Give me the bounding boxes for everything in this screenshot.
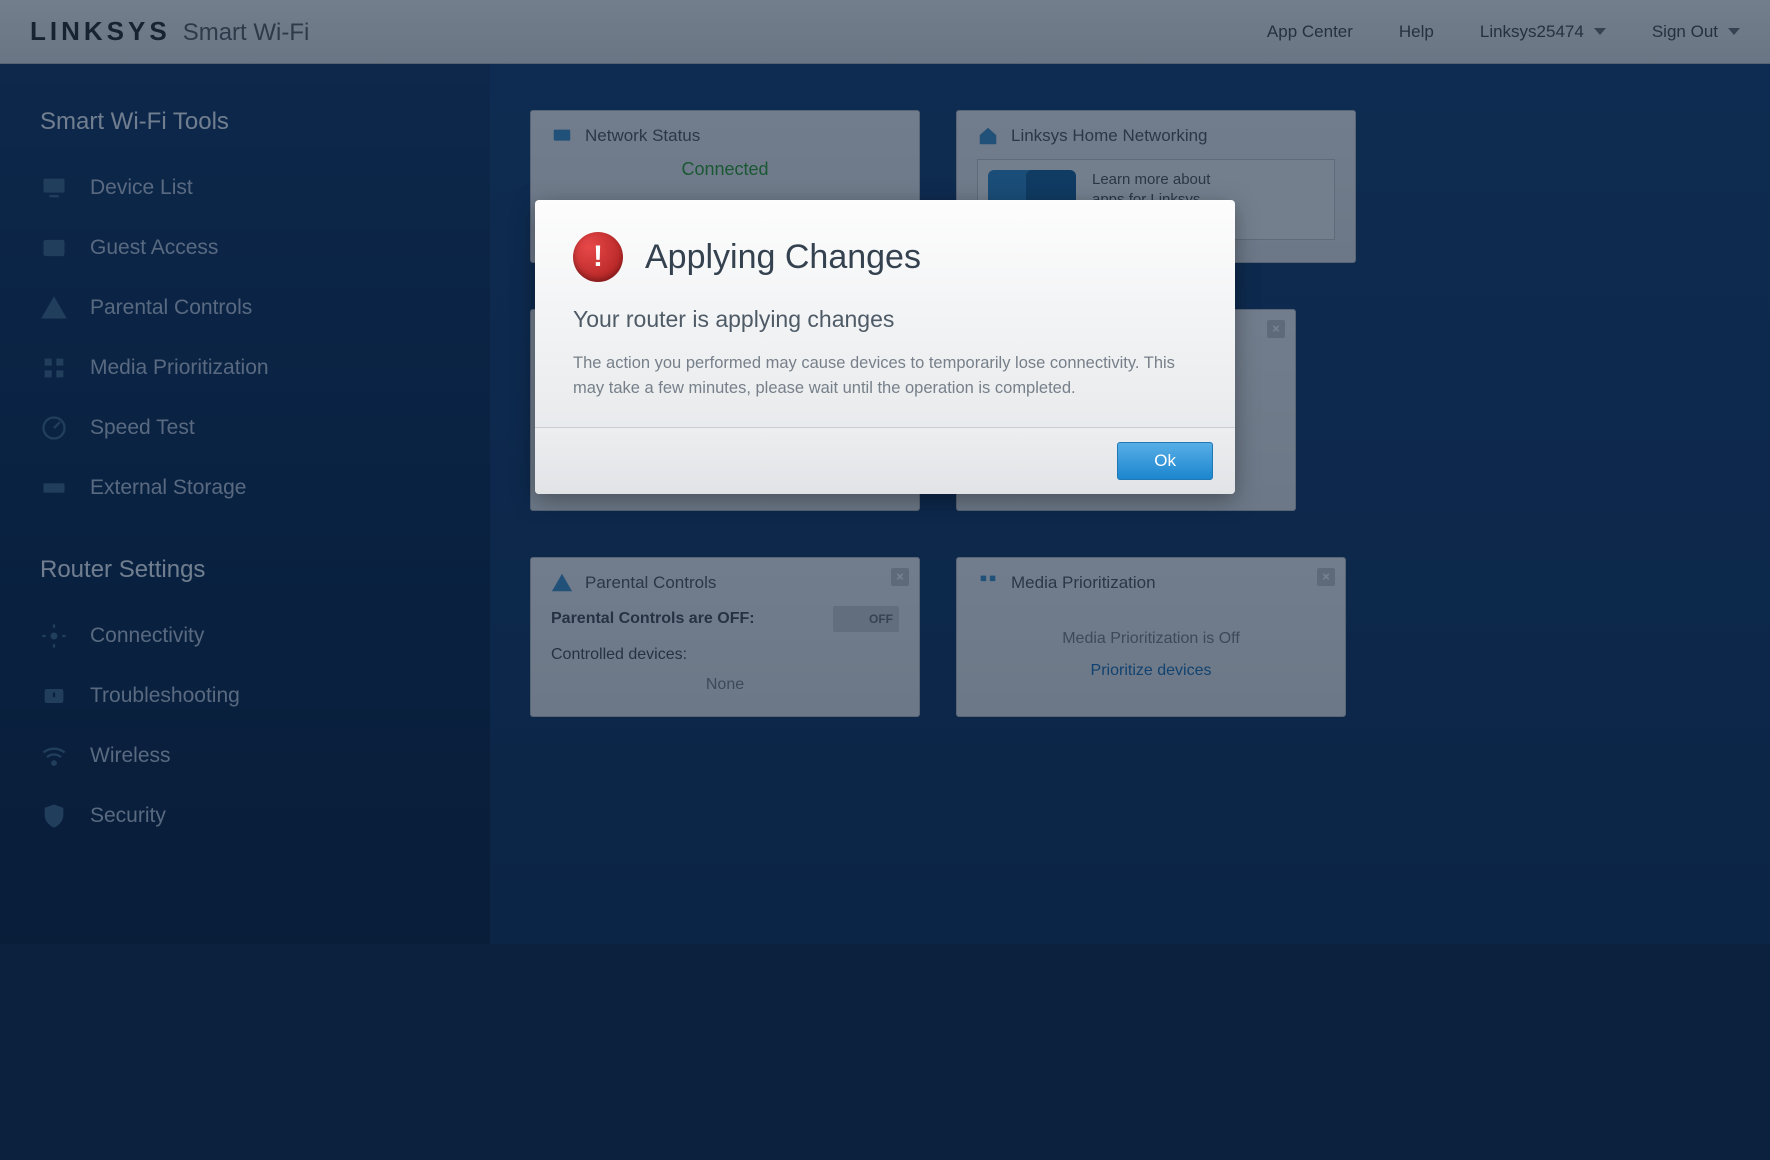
dialog-title: Applying Changes (645, 238, 921, 277)
dialog-body-text: The action you performed may cause devic… (573, 351, 1197, 401)
ok-button-label: Ok (1154, 451, 1176, 470)
modal-overlay: ! Applying Changes Your router is applyi… (0, 0, 1770, 1160)
ok-button[interactable]: Ok (1117, 442, 1213, 480)
alert-icon: ! (573, 232, 623, 282)
dialog-subtitle: Your router is applying changes (573, 306, 1197, 333)
dialog-applying-changes: ! Applying Changes Your router is applyi… (535, 200, 1235, 494)
